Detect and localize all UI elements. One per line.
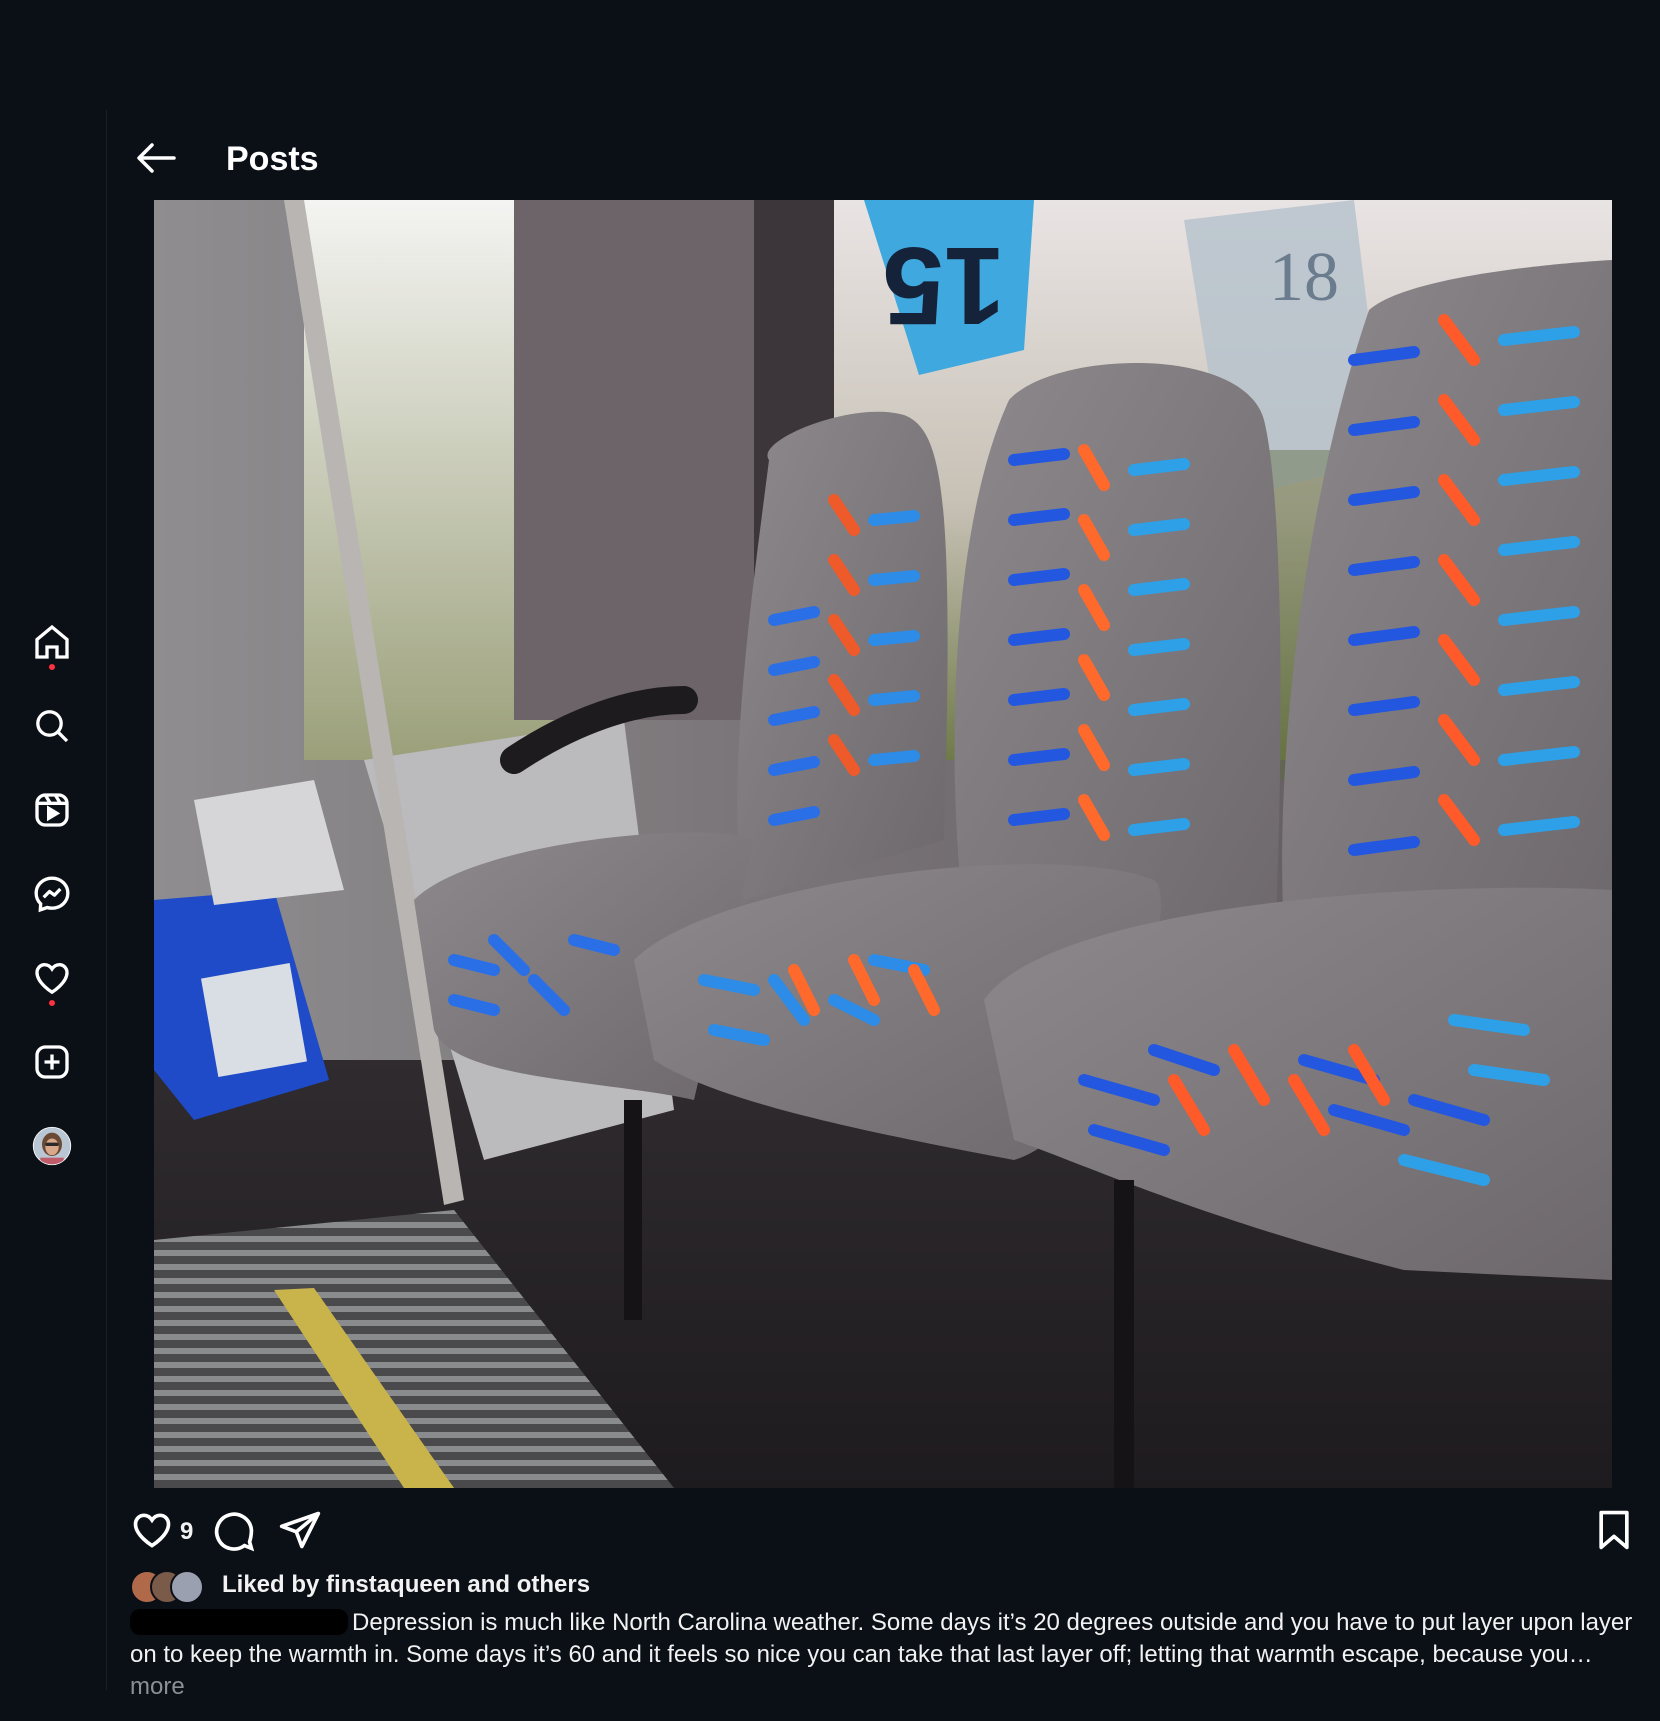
sidebar-nav: [0, 110, 107, 1690]
liked-by-text[interactable]: Liked by finstaqueen and others: [222, 1571, 590, 1599]
messenger-icon[interactable]: [30, 872, 74, 916]
home-notification-dot: [49, 664, 55, 670]
like-heart-icon[interactable]: [130, 1508, 178, 1556]
page-title: Posts: [226, 140, 319, 178]
save-bookmark-icon[interactable]: [1592, 1508, 1640, 1556]
comment-icon[interactable]: [212, 1508, 260, 1556]
notification-dot: [49, 1000, 55, 1006]
post-actions: 9: [130, 1502, 1640, 1562]
like-count[interactable]: 9: [180, 1518, 193, 1546]
heart-icon[interactable]: [30, 956, 74, 1000]
post-caption: Depression is much like North Carolina w…: [130, 1607, 1650, 1703]
caption-text: Depression is much like North Carolina w…: [130, 1609, 1633, 1668]
search-icon[interactable]: [30, 704, 74, 748]
profile-avatar[interactable]: [30, 1124, 74, 1168]
reels-icon[interactable]: [30, 788, 74, 832]
back-arrow-icon[interactable]: [132, 138, 180, 178]
liker-avatar[interactable]: [170, 1570, 204, 1604]
create-icon[interactable]: [30, 1040, 74, 1084]
poster-number: 18: [1269, 239, 1339, 316]
sign-number: 15: [883, 224, 1005, 347]
liker-avatars: [130, 1568, 210, 1604]
liked-by-row: Liked by finstaqueen and others: [130, 1565, 590, 1605]
share-icon[interactable]: [278, 1508, 326, 1556]
post-image[interactable]: 15 18: [154, 200, 1612, 1488]
more-link[interactable]: more: [130, 1673, 185, 1700]
posts-header: Posts: [106, 110, 1660, 200]
redacted-username: [130, 1609, 348, 1635]
home-icon[interactable]: [30, 620, 74, 664]
